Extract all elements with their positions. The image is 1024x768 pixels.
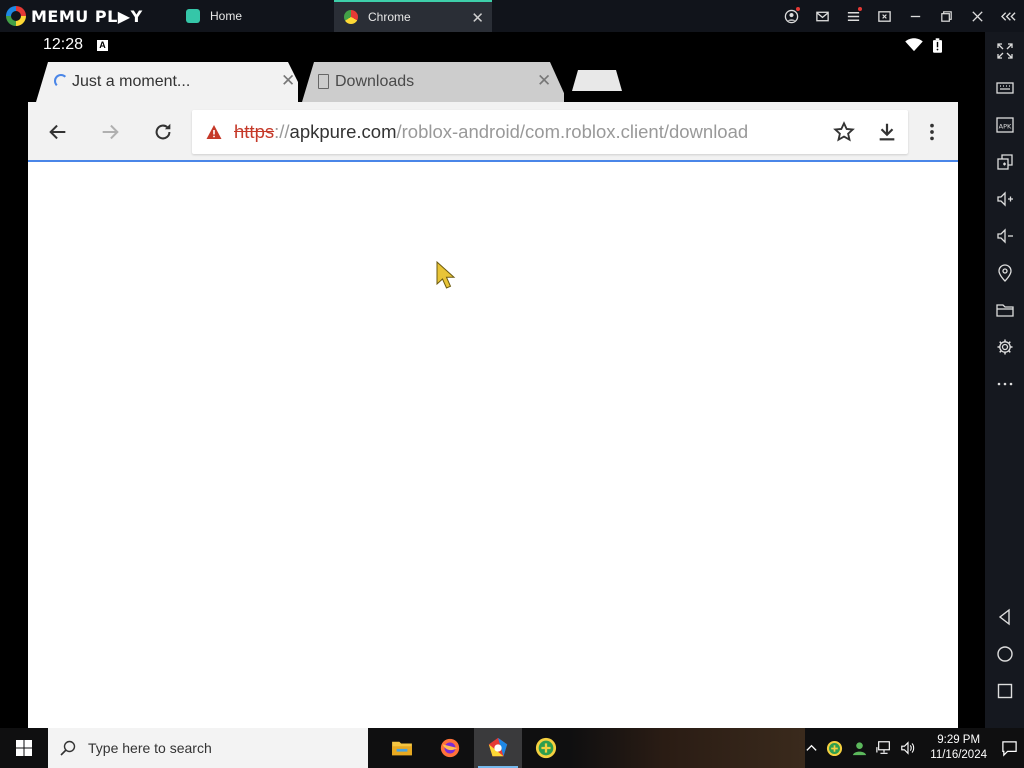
notification-center-icon[interactable] [1001,740,1018,757]
back-arrow-icon [49,124,66,140]
forward-button[interactable] [96,118,124,146]
menu-icon[interactable] [838,0,869,32]
pin-window-icon[interactable] [869,0,900,32]
taskbar-app-memu[interactable] [474,728,522,768]
keyboard-icon[interactable] [985,73,1024,103]
android-screen: 12:28 A Just a moment... ✕ Downloads ✕ h… [28,32,958,728]
close-tab-icon[interactable]: ✕ [281,71,295,91]
file-explorer-icon [392,741,412,756]
apk-install-icon[interactable]: APK [985,110,1024,140]
svg-text:APK: APK [998,123,1011,131]
account-icon[interactable] [776,0,807,32]
url-host: apkpure.com [289,121,397,142]
chevron-up-icon[interactable] [805,742,818,755]
new-tab-button[interactable] [572,70,622,91]
close-tab-icon[interactable]: ✕ [471,9,484,27]
android-home-icon[interactable] [985,639,1024,669]
tray-user-icon[interactable] [851,740,868,757]
memu-tab-chrome[interactable]: Chrome ✕ [334,0,492,32]
memu-logo-icon [6,6,26,26]
taskbar-app-plus[interactable] [522,728,570,768]
folder-icon[interactable] [985,295,1024,325]
status-time: 12:28 [43,36,84,53]
memu-sidebar: APK [985,32,1024,728]
notification-dot [858,7,862,11]
firefox-icon [440,738,460,758]
taskbar-clock[interactable]: 9:29 PM 11/16/2024 [924,733,993,763]
memu-tab-label: Home [210,9,243,23]
url-text: https://apkpure.com/roblox-android/com.r… [234,121,748,143]
minimize-icon[interactable] [900,0,931,32]
more-vertical-icon [930,123,934,141]
taskbar-empty-area [570,728,806,768]
fullscreen-icon[interactable] [985,36,1024,66]
chrome-tab-active[interactable]: Just a moment... ✕ [36,62,298,102]
speaker-icon[interactable] [900,740,916,756]
reload-button[interactable] [149,118,177,146]
android-back-icon[interactable] [985,602,1024,632]
memu-logo: MEMU PL▶Y [0,6,176,26]
collapse-sidebar-icon[interactable] [993,0,1024,32]
chrome-tab-title: Just a moment... [72,73,191,90]
forward-arrow-icon [102,124,119,140]
page-icon [318,74,329,89]
memu-home-icon [186,9,200,23]
more-options-icon[interactable] [985,369,1024,399]
chrome-tab-downloads[interactable]: Downloads ✕ [302,62,564,102]
android-recents-icon[interactable] [985,676,1024,706]
url-bar[interactable]: https://apkpure.com/roblox-android/com.r… [192,110,908,154]
start-button[interactable] [0,728,48,768]
location-icon[interactable] [985,258,1024,288]
back-button[interactable] [44,118,72,146]
taskbar-app-firefox[interactable] [426,728,474,768]
windows-logo-icon [16,740,32,756]
notification-dot [796,7,800,11]
wifi-icon [905,38,923,52]
tray-plus-app-icon[interactable] [826,740,843,757]
loading-spinner-icon [54,74,68,88]
memu-title-bar: MEMU PL▶Y Home Chrome ✕ [0,0,1024,32]
memu-icon [488,737,508,757]
system-tray: 9:29 PM 11/16/2024 [805,728,1024,768]
chrome-toolbar: https://apkpure.com/roblox-android/com.r… [28,102,958,162]
chrome-icon [344,10,358,24]
restore-icon[interactable] [931,0,962,32]
download-icon [879,123,895,141]
taskbar-search-box[interactable]: Type here to search [48,728,368,768]
download-button[interactable] [873,118,901,146]
memu-logo-text: MEMU PL▶Y [31,6,143,26]
memu-tab-label: Chrome [368,10,411,24]
clock-date: 11/16/2024 [930,749,987,761]
volume-down-icon[interactable] [985,221,1024,251]
chrome-tab-title: Downloads [335,73,415,90]
url-separator: :// [274,121,290,142]
bookmark-button[interactable] [830,118,858,146]
web-page-content[interactable] [28,164,958,728]
volume-up-icon[interactable] [985,184,1024,214]
settings-gear-icon[interactable] [985,332,1024,362]
close-window-icon[interactable] [962,0,993,32]
clock-time: 9:29 PM [937,734,981,746]
taskbar-app-file-explorer[interactable] [378,728,426,768]
mail-icon[interactable] [807,0,838,32]
reload-icon [155,123,171,140]
windows-taskbar: Type here to search 9:29 PM 11/16/2024 [0,728,1024,768]
close-tab-icon[interactable]: ✕ [537,71,551,91]
notification-badge: A [97,39,109,51]
memu-tab-home[interactable]: Home [176,0,334,32]
mouse-cursor-icon [436,261,456,289]
menu-button[interactable] [918,118,946,146]
battery-icon [933,37,942,53]
android-status-bar: 12:28 A [28,32,958,58]
plus-app-icon [535,737,557,759]
chrome-tab-strip: Just a moment... ✕ Downloads ✕ [28,58,958,102]
url-path: /roblox-android/com.roblox.client/downlo… [396,121,749,142]
url-scheme: https [234,121,275,142]
search-placeholder: Type here to search [88,740,212,756]
star-icon [833,121,855,142]
multi-instance-icon[interactable] [985,147,1024,177]
network-icon[interactable] [876,740,892,756]
search-icon [60,740,76,756]
not-secure-warning-icon [206,125,222,139]
